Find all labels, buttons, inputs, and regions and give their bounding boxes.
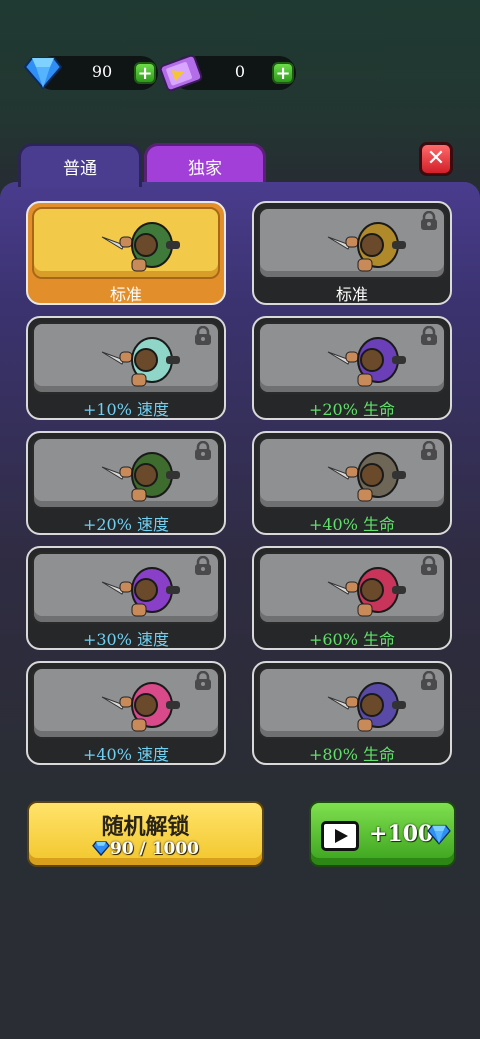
add-tickets-button[interactable]: +: [272, 62, 294, 84]
add-gems-button[interactable]: +: [134, 62, 156, 84]
character-preview: [258, 322, 446, 394]
character-preview: [32, 322, 220, 394]
gem-value: 90: [91, 62, 113, 81]
random-unlock-cost: 90 / 1000: [29, 839, 262, 859]
character-avatar-icon: [327, 452, 406, 502]
lock-icon: [421, 671, 437, 690]
character-preview: [32, 552, 220, 624]
lock-icon: [195, 441, 211, 460]
diamond-icon: [24, 57, 62, 90]
character-avatar-icon: [101, 682, 180, 732]
random-unlock-button[interactable]: 随机解锁 90 / 1000: [27, 801, 264, 867]
character-card[interactable]: 标准: [26, 201, 226, 305]
unlock-cost-value: 90 / 1000: [109, 839, 200, 859]
character-preview: [258, 207, 446, 279]
character-card[interactable]: +20% 生命: [252, 316, 452, 420]
lock-icon: [421, 441, 437, 460]
character-bonus-label: 标准: [335, 285, 368, 304]
character-card[interactable]: +40% 生命: [252, 431, 452, 535]
character-preview: [32, 667, 220, 739]
tab-exclusive[interactable]: 独家: [144, 143, 266, 187]
character-card[interactable]: +10% 速度: [26, 316, 226, 420]
character-card[interactable]: +80% 生命: [252, 661, 452, 765]
character-avatar-icon: [327, 337, 406, 387]
character-bonus-label: +20% 速度: [82, 515, 170, 534]
lock-icon: [195, 556, 211, 575]
character-preview: [258, 667, 446, 739]
random-unlock-label: 随机解锁: [101, 814, 190, 840]
character-preview: [32, 437, 220, 509]
character-bonus-label: +40% 速度: [82, 745, 170, 764]
character-avatar-icon: [101, 337, 180, 387]
play-icon: [321, 821, 359, 851]
character-avatar-icon: [327, 567, 406, 617]
character-bonus-label: +60% 生命: [308, 630, 396, 649]
gem-counter: 90 +: [24, 56, 164, 90]
lock-icon: [195, 326, 211, 345]
close-button[interactable]: ✕: [419, 142, 453, 176]
character-card[interactable]: 标准: [252, 201, 452, 305]
diamond-icon: [92, 841, 110, 857]
ticket-value: 0: [234, 62, 246, 81]
character-card[interactable]: +40% 速度: [26, 661, 226, 765]
character-avatar-icon: [327, 682, 406, 732]
character-card[interactable]: +20% 速度: [26, 431, 226, 535]
lock-icon: [195, 671, 211, 690]
character-card[interactable]: +60% 生命: [252, 546, 452, 650]
video-reward-value: +100: [369, 821, 434, 847]
character-bonus-label: 标准: [109, 285, 142, 304]
character-avatar-icon: [101, 567, 180, 617]
character-bonus-label: +40% 生命: [308, 515, 396, 534]
character-card[interactable]: +30% 速度: [26, 546, 226, 650]
character-bonus-label: +30% 速度: [82, 630, 170, 649]
watch-video-button[interactable]: +100: [309, 801, 456, 867]
character-avatar-icon: [327, 222, 406, 272]
character-preview: [258, 437, 446, 509]
character-avatar-icon: [101, 452, 180, 502]
character-bonus-label: +10% 速度: [82, 400, 170, 419]
character-avatar-icon: [101, 222, 180, 272]
lock-icon: [421, 326, 437, 345]
ticket-icon: [159, 54, 203, 92]
character-bonus-label: +20% 生命: [308, 400, 396, 419]
character-bonus-label: +80% 生命: [308, 745, 396, 764]
character-preview: [32, 207, 220, 279]
diamond-icon: [427, 824, 451, 845]
lock-icon: [421, 211, 437, 230]
character-preview: [258, 552, 446, 624]
ticket-counter: 0 +: [158, 54, 298, 92]
lock-icon: [421, 556, 437, 575]
tab-normal[interactable]: 普通: [18, 143, 142, 187]
